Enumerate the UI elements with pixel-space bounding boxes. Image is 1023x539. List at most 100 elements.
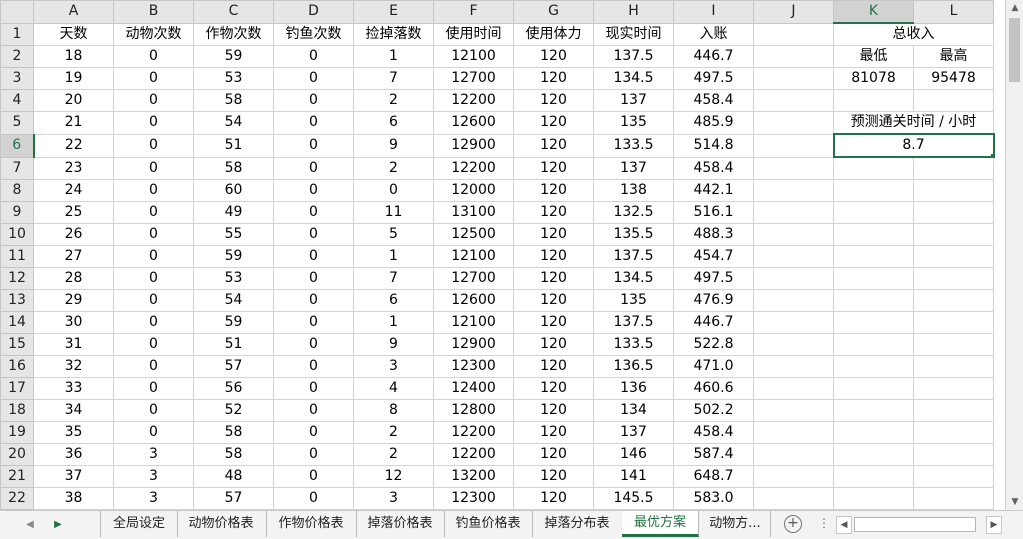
data-cell[interactable]: 12000 xyxy=(433,179,514,202)
sheet-tab[interactable]: 动物方... xyxy=(700,511,771,537)
cell-table[interactable]: A B C D E F G H I J K L 1 天数 动物次数 作物次数 钓鱼次数 捡掉落数 使用时间 使用体力现… xyxy=(0,0,995,510)
data-cell[interactable]: 145.5 xyxy=(593,487,674,510)
data-cell[interactable]: 120 xyxy=(513,156,594,180)
horizontal-scrollbar[interactable]: ◀ ▶ xyxy=(836,516,1002,534)
empty-cell[interactable] xyxy=(753,465,834,488)
column-header-h[interactable]: H xyxy=(593,0,674,24)
empty-cell[interactable] xyxy=(833,89,914,112)
data-cell[interactable]: 0 xyxy=(273,421,354,444)
data-cell[interactable]: 12900 xyxy=(433,133,514,158)
data-cell[interactable]: 12100 xyxy=(433,311,514,334)
data-cell[interactable]: 20 xyxy=(33,89,114,112)
data-cell[interactable]: 120 xyxy=(513,267,594,290)
column-header-b[interactable]: B xyxy=(113,0,194,24)
data-cell[interactable]: 120 xyxy=(513,89,594,112)
row-header[interactable]: 6 xyxy=(0,133,35,158)
scroll-right-icon[interactable]: ▶ xyxy=(986,516,1002,534)
empty-cell[interactable] xyxy=(913,421,994,444)
data-cell[interactable]: 0 xyxy=(353,179,434,202)
empty-cell[interactable] xyxy=(753,289,834,312)
empty-cell[interactable] xyxy=(833,179,914,202)
column-title-cell[interactable]: 天数 xyxy=(33,22,114,46)
column-header-e[interactable]: E xyxy=(353,0,434,24)
empty-cell[interactable] xyxy=(833,289,914,312)
row-header[interactable]: 12 xyxy=(0,267,34,290)
data-cell[interactable]: 137.5 xyxy=(593,45,674,68)
data-cell[interactable]: 0 xyxy=(113,156,194,180)
data-cell[interactable]: 120 xyxy=(513,333,594,356)
scroll-thumb[interactable] xyxy=(1009,18,1020,82)
data-cell[interactable]: 29 xyxy=(33,289,114,312)
row-header[interactable]: 22 xyxy=(0,487,34,510)
data-cell[interactable]: 0 xyxy=(273,289,354,312)
data-cell[interactable]: 59 xyxy=(193,311,274,334)
empty-cell[interactable] xyxy=(913,89,994,112)
data-cell[interactable]: 120 xyxy=(513,465,594,488)
data-cell[interactable]: 0 xyxy=(113,89,194,112)
data-cell[interactable]: 0 xyxy=(273,465,354,488)
data-cell[interactable]: 0 xyxy=(273,45,354,68)
data-cell[interactable]: 120 xyxy=(513,399,594,422)
data-cell[interactable]: 120 xyxy=(513,45,594,68)
data-cell[interactable]: 2 xyxy=(353,89,434,112)
data-cell[interactable]: 133.5 xyxy=(593,133,674,158)
empty-cell[interactable] xyxy=(833,311,914,334)
data-cell[interactable]: 446.7 xyxy=(673,311,754,334)
max-label[interactable]: 最高 xyxy=(913,45,994,68)
data-cell[interactable]: 2 xyxy=(353,421,434,444)
data-cell[interactable]: 0 xyxy=(273,443,354,466)
empty-cell[interactable] xyxy=(913,377,994,400)
sheet-tab[interactable]: 掉落分布表 xyxy=(532,511,623,537)
data-cell[interactable]: 12200 xyxy=(433,421,514,444)
data-cell[interactable]: 460.6 xyxy=(673,377,754,400)
data-cell[interactable]: 120 xyxy=(513,443,594,466)
scroll-left-icon[interactable]: ◀ xyxy=(836,516,852,534)
empty-cell[interactable] xyxy=(913,333,994,356)
data-cell[interactable]: 442.1 xyxy=(673,179,754,202)
data-cell[interactable]: 51 xyxy=(193,333,274,356)
sheet-tab[interactable]: 钓鱼价格表 xyxy=(444,511,533,537)
prev-sheet-icon[interactable]: ◀ xyxy=(22,517,38,533)
data-cell[interactable]: 58 xyxy=(193,421,274,444)
empty-cell[interactable] xyxy=(833,201,914,224)
empty-cell[interactable] xyxy=(753,223,834,246)
sheet-tab[interactable]: 全局设定 xyxy=(100,511,178,537)
add-sheet-icon[interactable]: + xyxy=(784,515,802,533)
data-cell[interactable]: 0 xyxy=(273,399,354,422)
column-header-k[interactable]: K xyxy=(833,0,914,24)
data-cell[interactable]: 120 xyxy=(513,133,594,158)
data-cell[interactable]: 120 xyxy=(513,245,594,268)
empty-cell[interactable] xyxy=(753,311,834,334)
data-cell[interactable]: 12700 xyxy=(433,267,514,290)
vertical-scrollbar[interactable]: ▲ ▼ xyxy=(1005,0,1023,510)
data-cell[interactable]: 0 xyxy=(273,179,354,202)
data-cell[interactable]: 24 xyxy=(33,179,114,202)
data-cell[interactable]: 7 xyxy=(353,267,434,290)
data-cell[interactable]: 458.4 xyxy=(673,156,754,180)
data-cell[interactable]: 32 xyxy=(33,355,114,378)
column-header-a[interactable]: A xyxy=(33,0,114,24)
empty-cell[interactable] xyxy=(753,67,834,90)
data-cell[interactable]: 0 xyxy=(273,267,354,290)
data-cell[interactable]: 5 xyxy=(353,223,434,246)
sheet-tab[interactable]: 动物价格表 xyxy=(176,511,267,537)
empty-cell[interactable] xyxy=(913,289,994,312)
empty-cell[interactable] xyxy=(913,223,994,246)
data-cell[interactable]: 0 xyxy=(273,156,354,180)
row-header[interactable]: 9 xyxy=(0,201,34,224)
data-cell[interactable]: 54 xyxy=(193,289,274,312)
data-cell[interactable]: 497.5 xyxy=(673,67,754,90)
data-cell[interactable]: 516.1 xyxy=(673,201,754,224)
data-cell[interactable]: 135 xyxy=(593,111,674,135)
column-title-cell[interactable]: 动物次数 xyxy=(113,22,194,46)
data-cell[interactable]: 0 xyxy=(113,223,194,246)
empty-cell[interactable] xyxy=(913,355,994,378)
empty-cell[interactable] xyxy=(833,355,914,378)
data-cell[interactable]: 120 xyxy=(513,67,594,90)
empty-cell[interactable] xyxy=(753,45,834,68)
data-cell[interactable]: 0 xyxy=(273,311,354,334)
row-header[interactable]: 7 xyxy=(0,156,34,180)
row-header[interactable]: 21 xyxy=(0,465,34,488)
row-header[interactable]: 3 xyxy=(0,67,34,90)
fill-handle[interactable] xyxy=(989,153,992,155)
